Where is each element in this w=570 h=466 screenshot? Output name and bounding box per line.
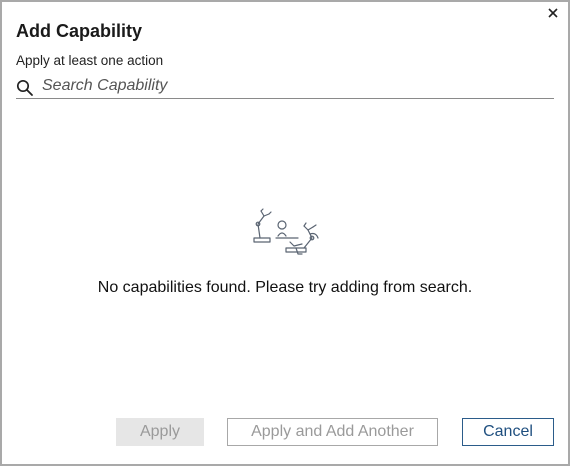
close-button[interactable] [546,6,560,20]
robot-arms-icon [253,208,319,255]
search-input[interactable] [42,76,542,96]
apply-and-add-another-button[interactable]: Apply and Add Another [227,418,438,446]
apply-and-add-another-label: Apply and Add Another [251,423,414,440]
close-icon [548,8,558,18]
cancel-button[interactable]: Cancel [462,418,554,446]
dialog-title: Add Capability [16,21,143,41]
empty-state-message: No capabilities found. Please try adding… [97,279,473,296]
cancel-button-label: Cancel [483,423,533,440]
dialog-subtitle: Apply at least one action [16,53,164,68]
apply-button[interactable]: Apply [116,418,204,446]
search-icon [16,79,33,96]
add-capability-dialog: Add Capability Apply at least one action [0,0,570,466]
search-field[interactable] [16,76,554,99]
apply-button-label: Apply [139,423,181,440]
